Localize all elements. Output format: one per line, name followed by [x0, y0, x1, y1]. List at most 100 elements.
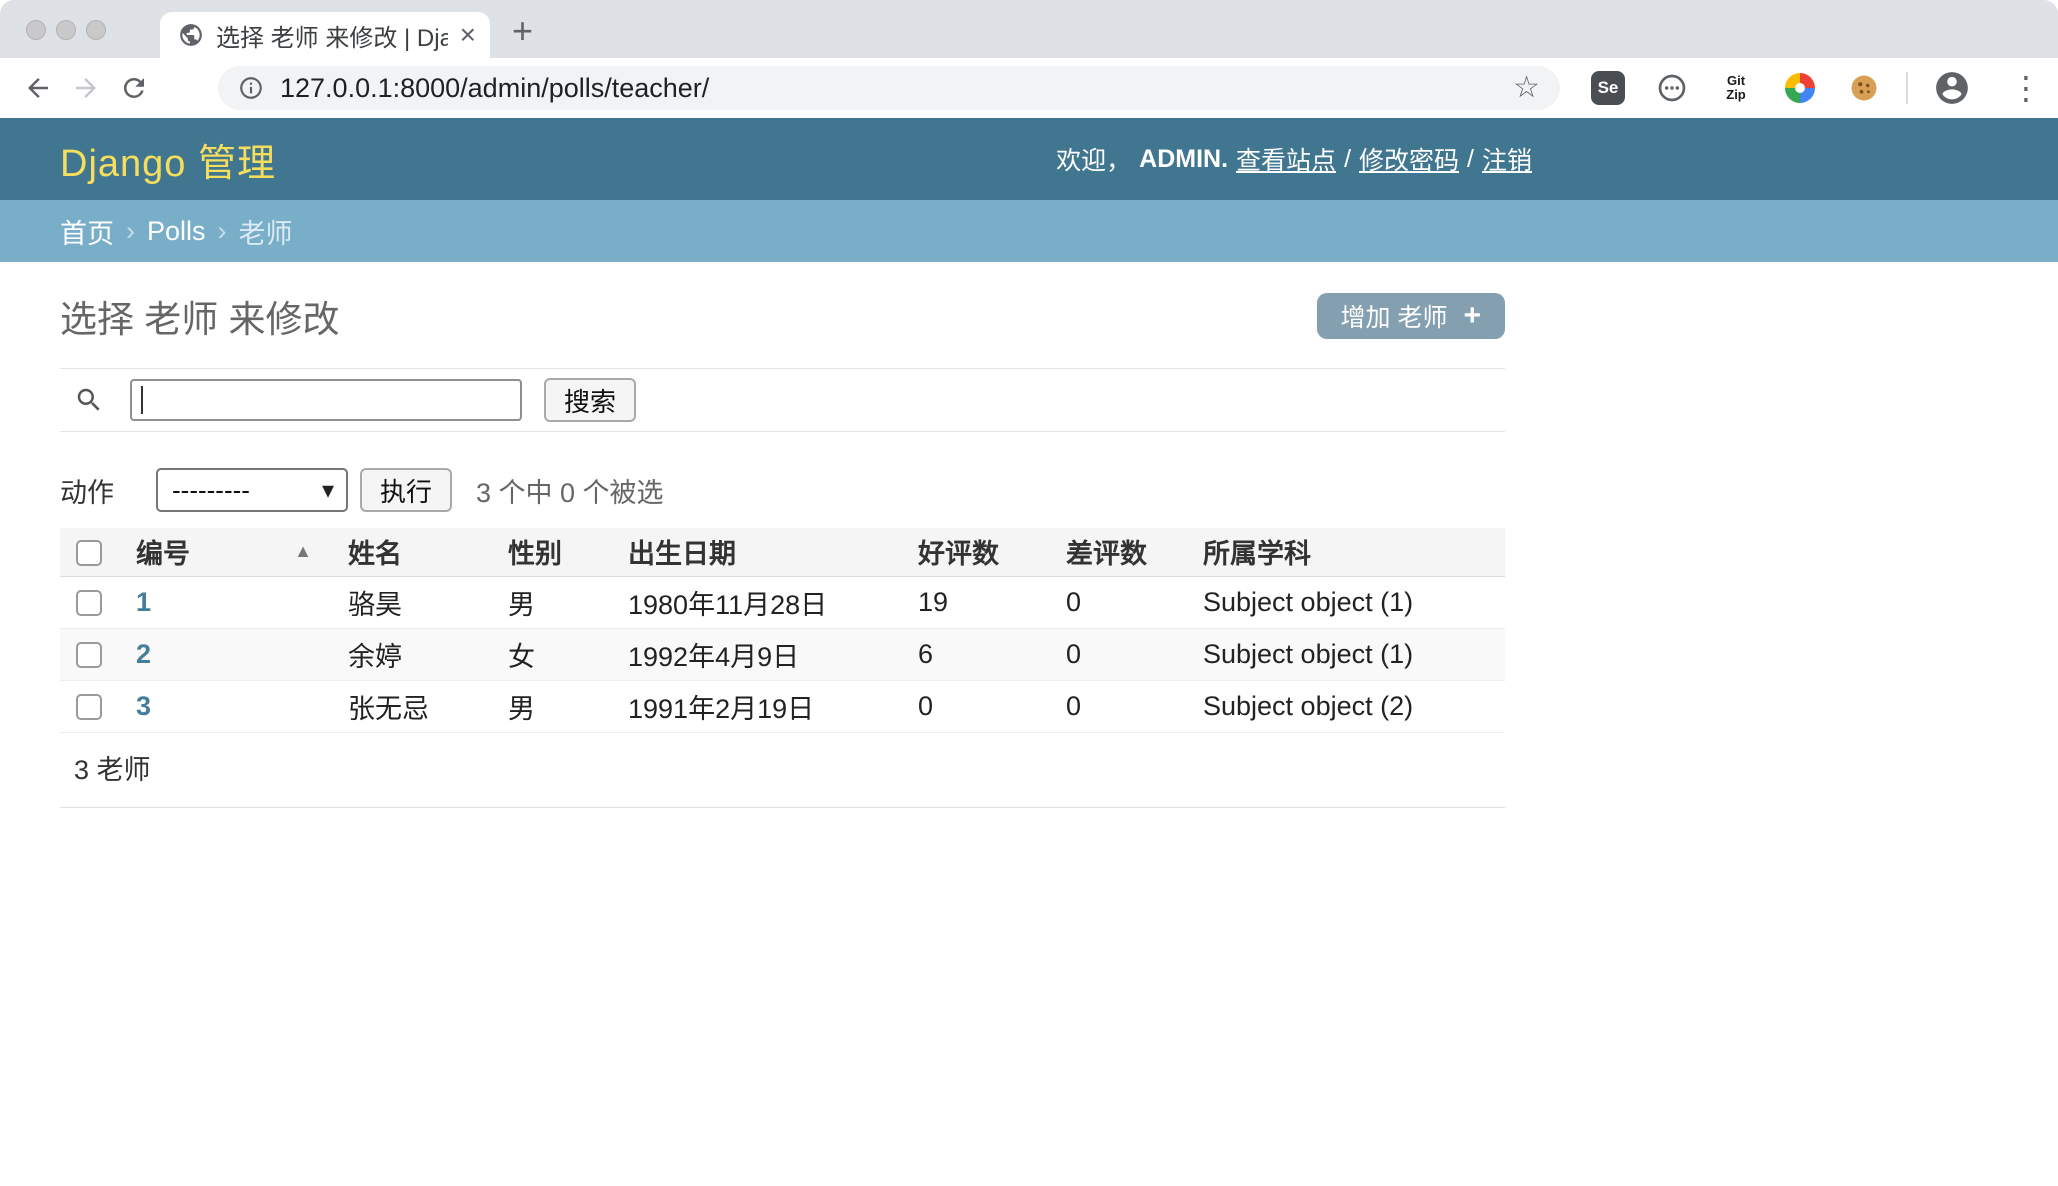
user-tools: 欢迎， ADMIN. 查看站点 / 修改密码 / 注销 — [1056, 118, 1532, 200]
globe-favicon-icon — [178, 22, 204, 48]
browser-window: 选择 老师 来修改 | Django 站点管理员 × + 127.0.0.1:8… — [0, 0, 2058, 1186]
row-id-link[interactable]: 3 — [136, 691, 151, 721]
window-controls — [26, 20, 106, 40]
table-header-row: 编号 ▲ 姓名 性别 出生日期 好评数 差评数 所属学科 — [60, 528, 1505, 576]
column-header-birthdate[interactable]: 出生日期 — [610, 528, 900, 576]
forward-button[interactable] — [64, 66, 108, 110]
cell-good: 6 — [900, 628, 1048, 680]
breadcrumb: 首页 › Polls › 老师 — [0, 200, 2058, 262]
browser-toolbar: 127.0.0.1:8000/admin/polls/teacher/ ☆ Se… — [0, 58, 2058, 118]
cell-name: 骆昊 — [330, 576, 490, 628]
window-minimize-button[interactable] — [56, 20, 76, 40]
cell-birthdate: 1980年11月28日 — [610, 576, 900, 628]
breadcrumb-app-link[interactable]: Polls — [147, 216, 206, 247]
breadcrumb-home-link[interactable]: 首页 — [60, 212, 114, 251]
address-bar[interactable]: 127.0.0.1:8000/admin/polls/teacher/ ☆ — [218, 66, 1560, 110]
content: 选择 老师 来修改 增加 老师 + 搜索 动作 --------- ▾ 执行 — [60, 292, 1505, 808]
cell-good: 0 — [900, 680, 1048, 732]
table-row: 3 张无忌 男 1991年2月19日 0 0 Subject object (2… — [60, 680, 1505, 732]
page-info-icon[interactable] — [238, 75, 264, 101]
admin-header: Django 管理 欢迎， ADMIN. 查看站点 / 修改密码 / 注销 — [0, 118, 2058, 200]
row-id-link[interactable]: 1 — [136, 587, 151, 617]
column-header-name[interactable]: 姓名 — [330, 528, 490, 576]
change-password-link[interactable]: 修改密码 — [1359, 141, 1459, 177]
column-header-bad[interactable]: 差评数 — [1048, 528, 1185, 576]
browser-menu-button[interactable]: ⋮ — [2006, 66, 2046, 110]
window-zoom-button[interactable] — [86, 20, 106, 40]
actions-label: 动作 — [60, 471, 114, 510]
cell-subject: Subject object (2) — [1185, 680, 1505, 732]
pinwheel-icon — [1785, 73, 1815, 103]
search-icon — [74, 385, 104, 415]
welcome-text: 欢迎， — [1056, 141, 1131, 177]
cell-name: 余婷 — [330, 628, 490, 680]
gitzip-extension-button[interactable]: Git Zip — [1716, 66, 1756, 110]
circle-extension-button[interactable] — [1652, 66, 1692, 110]
column-header-id[interactable]: 编号 ▲ — [118, 528, 330, 576]
select-all-checkbox[interactable] — [76, 540, 102, 566]
breadcrumb-separator: › — [126, 216, 135, 247]
logout-link[interactable]: 注销 — [1482, 141, 1532, 177]
circle-dots-icon — [1656, 72, 1688, 104]
tab-close-icon[interactable]: × — [460, 21, 476, 49]
add-teacher-button[interactable]: 增加 老师 + — [1317, 293, 1505, 339]
branding-link[interactable]: Django 管理 — [60, 132, 276, 187]
search-submit-button[interactable]: 搜索 — [544, 378, 636, 422]
sort-ascending-icon[interactable]: ▲ — [294, 541, 312, 562]
tab-title: 选择 老师 来修改 | Django 站点管理员 — [216, 18, 448, 53]
result-count: 3 老师 — [60, 733, 1505, 808]
result-table: 编号 ▲ 姓名 性别 出生日期 好评数 差评数 所属学科 1 骆昊 — [60, 528, 1505, 733]
search-toolbar: 搜索 — [60, 368, 1505, 432]
selection-status: 3 个中 0 个被选 — [476, 471, 664, 510]
gitzip-icon: Git Zip — [1726, 74, 1746, 103]
cookie-icon — [1849, 73, 1879, 103]
cell-subject: Subject object (1) — [1185, 576, 1505, 628]
username-text: ADMIN. — [1139, 145, 1228, 174]
back-button[interactable] — [16, 66, 60, 110]
actions-row: 动作 --------- ▾ 执行 3 个中 0 个被选 — [60, 468, 1505, 512]
cell-gender: 男 — [490, 680, 610, 732]
extensions-area: Se Git Zip — [1588, 66, 1884, 110]
tab-strip: 选择 老师 来修改 | Django 站点管理员 × + — [0, 0, 2058, 58]
column-header-subject[interactable]: 所属学科 — [1185, 528, 1505, 576]
new-tab-button[interactable]: + — [512, 10, 533, 52]
cell-name: 张无忌 — [330, 680, 490, 732]
pinwheel-extension-button[interactable] — [1780, 66, 1820, 110]
url-text: 127.0.0.1:8000/admin/polls/teacher/ — [280, 73, 709, 104]
cell-gender: 男 — [490, 576, 610, 628]
column-header-good[interactable]: 好评数 — [900, 528, 1048, 576]
cell-good: 19 — [900, 576, 1048, 628]
cell-bad: 0 — [1048, 628, 1185, 680]
avatar-icon — [1933, 69, 1971, 107]
action-select[interactable]: --------- ▾ — [156, 468, 348, 512]
breadcrumb-separator: › — [218, 216, 227, 247]
cell-subject: Subject object (1) — [1185, 628, 1505, 680]
cell-bad: 0 — [1048, 576, 1185, 628]
chevron-down-icon: ▾ — [322, 476, 334, 505]
profile-avatar-button[interactable] — [1930, 66, 1974, 110]
row-checkbox[interactable] — [76, 590, 102, 616]
window-close-button[interactable] — [26, 20, 46, 40]
row-checkbox[interactable] — [76, 642, 102, 668]
go-button[interactable]: 执行 — [360, 468, 452, 512]
row-checkbox[interactable] — [76, 694, 102, 720]
bookmark-star-icon[interactable]: ☆ — [1513, 73, 1540, 103]
row-id-link[interactable]: 2 — [136, 639, 151, 669]
cookie-extension-button[interactable] — [1844, 66, 1884, 110]
text-cursor — [141, 386, 143, 414]
selenium-extension-button[interactable]: Se — [1588, 66, 1628, 110]
search-input[interactable] — [130, 379, 522, 421]
reload-button[interactable] — [112, 66, 156, 110]
breadcrumb-current: 老师 — [239, 212, 293, 251]
table-row: 2 余婷 女 1992年4月9日 6 0 Subject object (1) — [60, 628, 1505, 680]
column-header-gender[interactable]: 性别 — [490, 528, 610, 576]
toolbar-separator — [1906, 72, 1908, 104]
view-site-link[interactable]: 查看站点 — [1236, 141, 1336, 177]
table-row: 1 骆昊 男 1980年11月28日 19 0 Subject object (… — [60, 576, 1505, 628]
selenium-icon: Se — [1591, 71, 1625, 105]
browser-tab[interactable]: 选择 老师 来修改 | Django 站点管理员 × — [160, 12, 490, 58]
page-title: 选择 老师 来修改 — [60, 289, 340, 343]
cell-birthdate: 1992年4月9日 — [610, 628, 900, 680]
plus-icon: + — [1463, 301, 1481, 331]
cell-bad: 0 — [1048, 680, 1185, 732]
